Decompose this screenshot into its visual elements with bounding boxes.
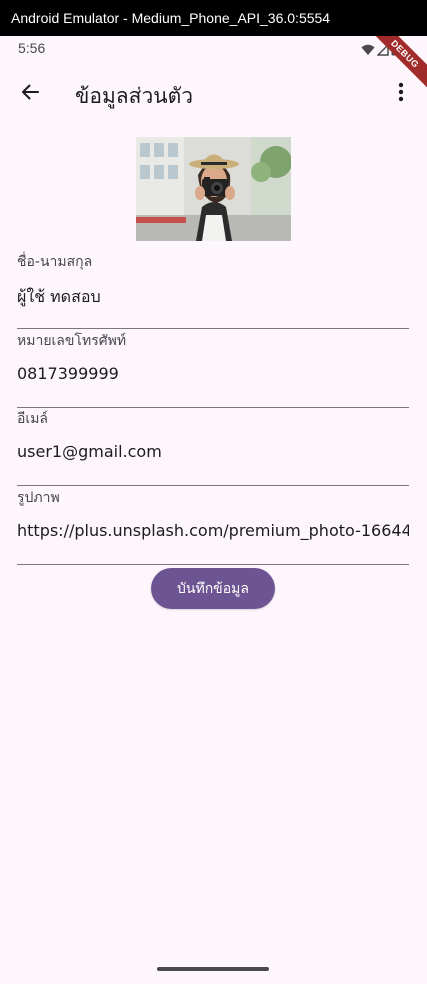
page-title: ข้อมูลส่วนตัว [75, 84, 194, 108]
app-bar: ข้อมูลส่วนตัว [0, 66, 427, 122]
name-field[interactable]: ชื่อ-นามสกุล ผู้ใช้ ทดสอบ [17, 251, 409, 329]
profile-photo [136, 137, 291, 241]
phone-input[interactable]: 0817399999 [17, 364, 409, 383]
back-button[interactable] [14, 78, 46, 110]
email-input[interactable]: user1@gmail.com [17, 442, 409, 461]
name-input[interactable]: ผู้ใช้ ทดสอบ [17, 285, 409, 310]
status-time: 5:56 [18, 40, 46, 56]
phone-field[interactable]: หมายเลขโทรศัพท์ 0817399999 [17, 330, 409, 408]
more-vert-icon [398, 82, 404, 106]
email-field[interactable]: อีเมล์ user1@gmail.com [17, 408, 409, 486]
phone-label: หมายเลขโทรศัพท์ [17, 333, 127, 349]
status-bar: 5:56 [0, 36, 427, 62]
arrow-back-icon [20, 82, 40, 106]
name-label: ชื่อ-นามสกุล [17, 254, 93, 270]
phone-screen: 5:56 DEBUG ข้อมูลส่วนตัว ชื่อ-นามสกุล ผู… [0, 36, 427, 984]
save-button[interactable]: บันทึกข้อมูล [151, 568, 275, 609]
email-label: อีเมล์ [17, 411, 49, 427]
image-url-input[interactable]: https://plus.unsplash.com/premium_photo-… [17, 521, 409, 540]
gesture-navigation-bar[interactable] [157, 967, 269, 971]
wifi-icon [361, 41, 375, 60]
image-url-label: รูปภาพ [17, 490, 60, 506]
image-url-field[interactable]: รูปภาพ https://plus.unsplash.com/premium… [17, 487, 409, 565]
emulator-window-title: Android Emulator - Medium_Phone_API_36.0… [0, 0, 427, 36]
more-options-button[interactable] [389, 78, 413, 110]
